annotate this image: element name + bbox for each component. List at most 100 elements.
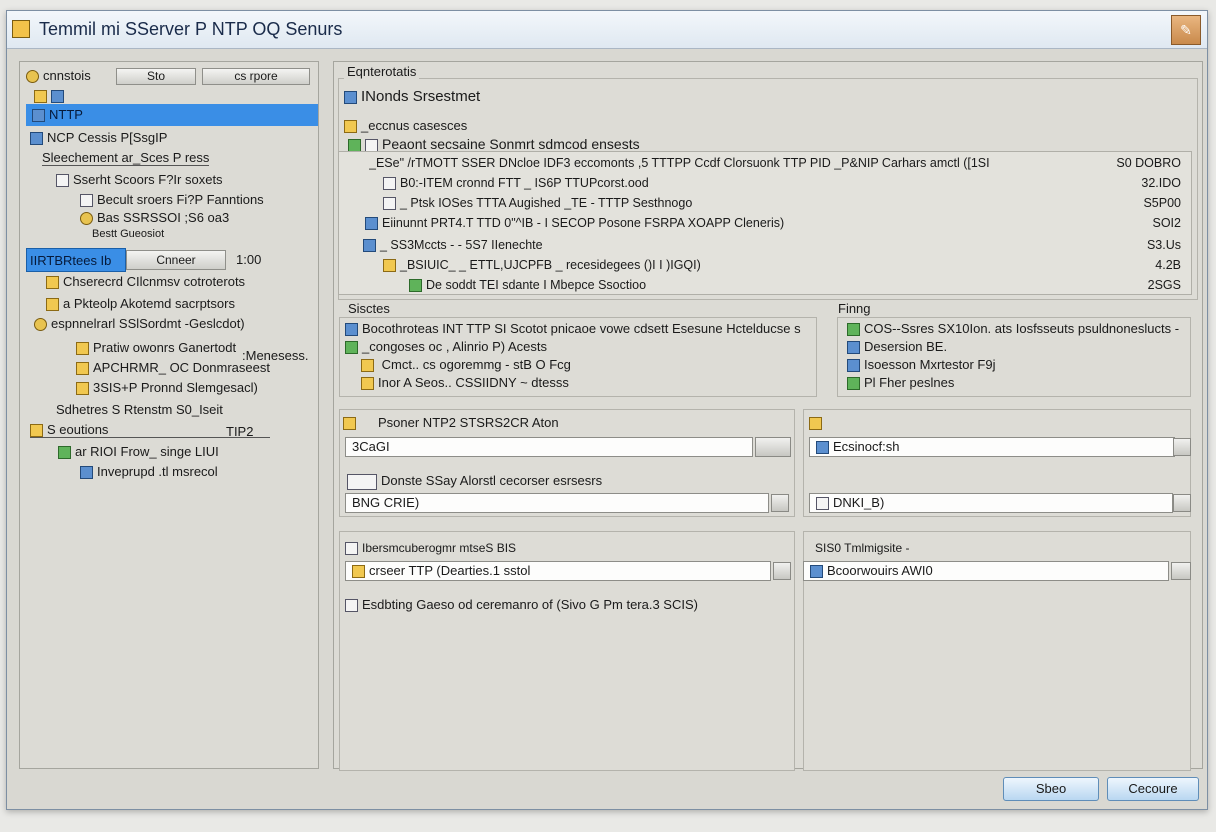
tree-item[interactable]: ar RIOI Frow_ singe LIUI bbox=[58, 444, 219, 460]
sites-row[interactable]: Inor A Seos.. CSSIIDNY ~ dtesss bbox=[361, 375, 569, 391]
tree-item[interactable]: Sleechement ar_Sces P ress bbox=[42, 150, 210, 166]
folder-icon bbox=[76, 362, 89, 376]
right-input-2-button[interactable] bbox=[1173, 494, 1191, 512]
settings-icon bbox=[26, 70, 39, 84]
right-input-2[interactable]: DNKI_B) bbox=[809, 493, 1173, 513]
tree-item[interactable]: NCP Cessis P[SsgIP bbox=[30, 130, 168, 146]
pinng-row[interactable]: Isoesson Mxrtestor F9j bbox=[847, 357, 996, 373]
server-icon bbox=[365, 217, 378, 231]
tree-item[interactable]: Bestt Gueosiot bbox=[92, 228, 164, 240]
left-panel: cnnstois Sto cs rpore NTTP NCP Cessis P[… bbox=[19, 61, 319, 769]
tree-item[interactable]: Pratiw owonrs Ganertodt bbox=[76, 340, 236, 356]
server-sub: Donste SSay Alorstl cecorser esrsesrs bbox=[347, 473, 602, 490]
tree-item-ntp[interactable]: NTTP bbox=[26, 104, 318, 126]
side-tag: TIP2 bbox=[226, 424, 254, 439]
doc-icon bbox=[365, 138, 378, 152]
lower-left-label: Ibersmcuberogmr mtseS BIS bbox=[345, 541, 516, 556]
doc-icon bbox=[345, 542, 358, 556]
pinng-row[interactable]: Desersion BE. bbox=[847, 339, 947, 355]
tree-item-label: Sleechement ar_Sces P ress bbox=[42, 150, 210, 165]
folder-icon bbox=[46, 298, 59, 312]
table-row[interactable]: De soddt TEI sdante I Mbepce Ssoctioo bbox=[409, 278, 646, 293]
table-row[interactable]: _ SS3Mccts - - 5S7 IIenechte bbox=[363, 238, 543, 253]
tree-item-label: 3SIS+P Pronnd Slemgesacl) bbox=[93, 380, 258, 395]
monitor-icon bbox=[363, 239, 376, 253]
tree-item[interactable]: APCHRMR_ OC Donmraseest bbox=[76, 360, 270, 376]
table-row[interactable]: Eiinunnt PRT4.T TTD 0"^IB - I SECOP Poso… bbox=[365, 216, 784, 231]
network-icon bbox=[344, 90, 357, 104]
sub-label: _eccnus casesces bbox=[344, 118, 467, 134]
lower-left-checkbox[interactable]: Esdbting Gaeso od ceremanro of (Sivo G P… bbox=[345, 597, 698, 613]
lower-right-input-button[interactable] bbox=[1171, 562, 1191, 580]
network-icon bbox=[816, 441, 829, 455]
lower-left-input[interactable]: crseer TTP (Dearties.1 sstol bbox=[345, 561, 771, 581]
tree-item[interactable]: Sdhetres S Rtenstm S0_Iseit bbox=[56, 402, 223, 417]
folder-icon bbox=[46, 276, 59, 290]
sites-row[interactable]: _congoses oc , Alinrio P) Acests bbox=[345, 339, 547, 355]
table-value: 4.2B bbox=[1155, 258, 1181, 272]
selected-row-value: 1:00 bbox=[236, 252, 262, 267]
stop-button[interactable]: Sto bbox=[116, 68, 196, 85]
network-icon bbox=[51, 90, 64, 104]
tree-item[interactable]: Sserht Scoors F?Ir soxets bbox=[56, 172, 223, 188]
tree-item[interactable]: a Pkteolp Akotemd sacrptsors bbox=[46, 296, 235, 312]
tree-item-label: APCHRMR_ OC Donmraseest bbox=[93, 360, 270, 375]
lower-right-input[interactable]: Bcoorwouirs AWI0 bbox=[803, 561, 1169, 581]
table-row[interactable]: B0:-ITEM cronnd FTT _ IS6P TTUPcorst.ood bbox=[383, 176, 649, 191]
tree-item-selected-row[interactable]: IIRTBRtees Ib Cnneer bbox=[26, 248, 226, 272]
check-icon bbox=[847, 323, 860, 337]
network-icon bbox=[345, 323, 358, 337]
folder-icon bbox=[76, 342, 89, 356]
pinng-row[interactable]: COS--Ssres SX10Ion. ats Iosfsseuts psuld… bbox=[847, 321, 1187, 337]
folder-icon bbox=[352, 565, 365, 579]
tree-item-label: S eoutions bbox=[47, 422, 109, 437]
table-row[interactable]: _BSIUIC_ _ ETTL,UJCPFB _ recesidegees ()… bbox=[383, 258, 701, 273]
check-icon bbox=[345, 341, 358, 355]
server-label: Psoner NTP2 STSRS2CR Aton bbox=[343, 415, 559, 431]
doc-icon bbox=[80, 194, 93, 208]
right-input-1[interactable]: Ecsinocf:sh bbox=[809, 437, 1175, 457]
restore-button[interactable]: cs rpore bbox=[202, 68, 310, 85]
tree-item-label: Sdhetres S Rtenstm S0_Iseit bbox=[56, 402, 223, 417]
table-value: SOI2 bbox=[1152, 216, 1182, 230]
right-input-1-button[interactable] bbox=[1173, 438, 1191, 456]
doc-icon bbox=[56, 174, 69, 188]
table-row[interactable]: _ Ptsk IOSes TTTA Augished _TE - TTTP Se… bbox=[383, 196, 692, 211]
restore-label: rpore bbox=[249, 69, 278, 83]
tree-item[interactable]: Chserecrd CIlcnmsv cotroterots bbox=[46, 274, 245, 290]
sites-row[interactable]: Cmct.. cs ogoremmg - stB O Fcg bbox=[361, 357, 571, 373]
pinng-row[interactable]: Pl Fher peslnes bbox=[847, 375, 954, 391]
folder-icon bbox=[76, 382, 89, 396]
restore-prefix: cs bbox=[234, 69, 247, 83]
tree-item-label: Sserht Scoors F?Ir soxets bbox=[73, 172, 223, 187]
lower-right-label: SIS0 Tmlmigsite - bbox=[815, 541, 910, 555]
table-value: 2SGS bbox=[1147, 278, 1181, 292]
search-icon[interactable] bbox=[771, 494, 789, 512]
tree-item[interactable]: Becult sroers Fi?P Fanntions bbox=[80, 192, 264, 208]
left-top-label: cnnstois bbox=[43, 68, 91, 83]
close-dialog-button[interactable]: Cecoure bbox=[1107, 777, 1199, 801]
tree-item[interactable]: Inveprupd .tl msrecol bbox=[80, 464, 218, 480]
selected-row-input[interactable]: Cnneer bbox=[126, 250, 226, 270]
tree-item-label: NCP Cessis P[SsgIP bbox=[47, 130, 168, 145]
save-button[interactable]: Sbeo bbox=[1003, 777, 1099, 801]
network-icon bbox=[810, 565, 823, 579]
lower-left-input-button[interactable] bbox=[773, 562, 791, 580]
table-row[interactable]: _ESe" /rTMOTT SSER DNcloe IDF3 eccomonts… bbox=[369, 156, 1129, 170]
server-input-1-button[interactable] bbox=[755, 437, 791, 457]
tree-item[interactable]: 3SIS+P Pronnd Slemgesacl) bbox=[76, 380, 258, 396]
pinng-group-label: Finng bbox=[835, 301, 874, 316]
tree-item[interactable]: espnnelrarl SSlSordmt -Geslcdot) bbox=[34, 316, 245, 332]
tree-item[interactable]: Bas SSRSSOI ;S6 oa3 bbox=[80, 210, 229, 226]
close-button[interactable]: ✎ bbox=[1171, 15, 1201, 45]
gear-icon bbox=[80, 212, 93, 226]
folder-icon-row bbox=[34, 88, 68, 104]
folder-icon bbox=[34, 90, 47, 104]
checkbox-icon bbox=[345, 599, 358, 613]
sites-row[interactable]: Bocothroteas INT TTP SI Scotot pnicaoe v… bbox=[345, 321, 811, 337]
tree-item-label: ar RIOI Frow_ singe LIUI bbox=[75, 444, 219, 459]
network-icon bbox=[80, 466, 93, 480]
server-input-1[interactable]: 3CaGI bbox=[345, 437, 753, 457]
server-input-2[interactable]: BNG CRIE) bbox=[345, 493, 769, 513]
doc-icon bbox=[347, 473, 377, 490]
